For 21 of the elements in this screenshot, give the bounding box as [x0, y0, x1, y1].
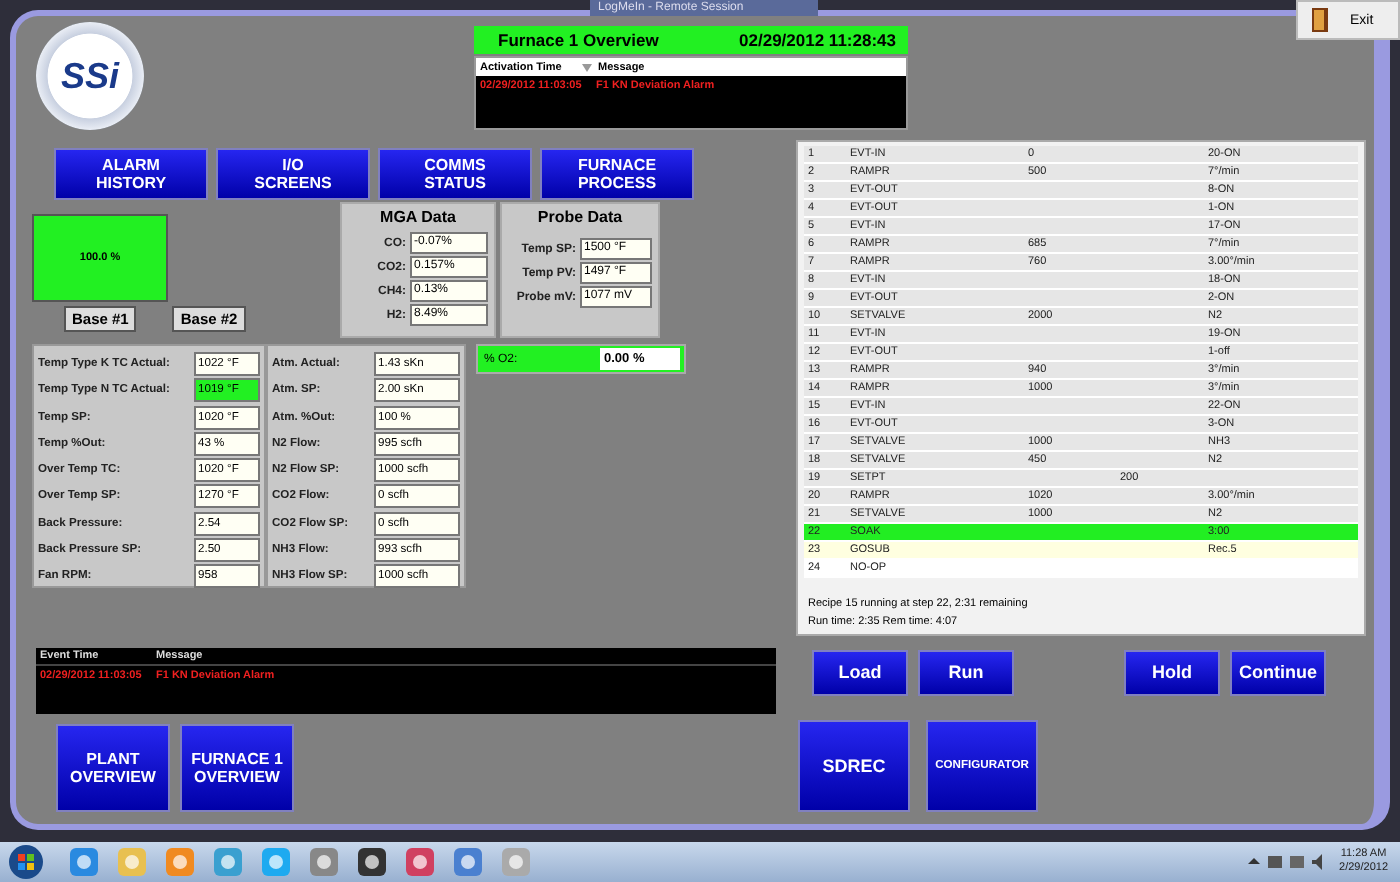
logo: SSi [36, 22, 144, 130]
recipe-button[interactable]: Hold [1124, 650, 1220, 696]
sort-arrow-icon[interactable] [582, 63, 592, 71]
panel-title: Probe Data [535, 208, 625, 226]
recipe-button[interactable]: Run [918, 650, 1014, 696]
recipe-button[interactable]: Continue [1230, 650, 1326, 696]
nav-button[interactable]: COMMS STATUS [378, 148, 532, 200]
nav-button[interactable]: I/O SCREENS [216, 148, 370, 200]
door-icon [1310, 6, 1330, 34]
recipe-button[interactable]: Load [812, 650, 908, 696]
panel-title: MGA Data [378, 208, 458, 226]
page-title: Furnace 1 Overview [498, 30, 659, 50]
nav-button[interactable]: FURNACE 1 OVERVIEW [180, 724, 294, 812]
date-time: 02/29/2012 11:28:43 [739, 30, 896, 50]
taskbar-app-icon[interactable] [356, 846, 388, 878]
tool-button[interactable]: SDREC [798, 720, 910, 812]
nav-button[interactable]: ALARM HISTORY [54, 148, 208, 200]
start-button[interactable] [8, 844, 44, 880]
nav-button[interactable]: PLANT OVERVIEW [56, 724, 170, 812]
nav-button[interactable]: FURNACE PROCESS [540, 148, 694, 200]
tray-icons[interactable] [1247, 854, 1328, 870]
